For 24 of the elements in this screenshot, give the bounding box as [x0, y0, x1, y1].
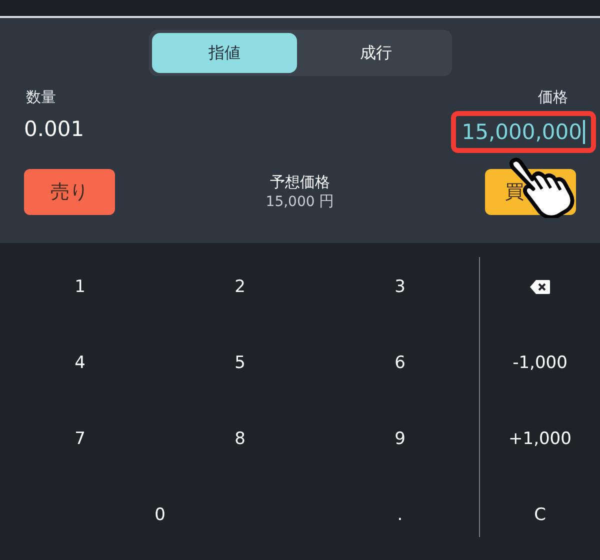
price-field[interactable]: 15,000,000 [450, 111, 596, 153]
estimate-label: 予想価格 [270, 173, 330, 192]
quantity-label: 数量 [26, 88, 57, 107]
keypad-key[interactable]: C [480, 477, 600, 553]
keypad-key[interactable]: +1,000 [480, 401, 600, 477]
order-type-tab[interactable]: 指値 [152, 33, 297, 73]
keypad-key[interactable]: 1 [0, 249, 160, 325]
keypad-key[interactable]: 8 [160, 401, 320, 477]
keypad-key[interactable]: 4 [0, 325, 160, 401]
keypad-key[interactable]: 5 [160, 325, 320, 401]
backspace-icon [529, 279, 551, 295]
price-label: 価格 [538, 88, 568, 107]
keypad-key[interactable]: -1,000 [480, 325, 600, 401]
order-type-tab[interactable]: 成行 [303, 33, 448, 73]
sell-button[interactable]: 売り [24, 169, 115, 215]
estimate-amount: 15,000 円 [266, 192, 334, 211]
keypad-key[interactable]: 9 [320, 401, 480, 477]
keypad-key[interactable]: 6 [320, 325, 480, 401]
quantity-field[interactable]: 0.001 [24, 111, 84, 141]
keypad-key[interactable]: . [320, 477, 480, 553]
keypad-key[interactable]: 2 [160, 249, 320, 325]
keypad-key[interactable]: 0 [0, 477, 320, 553]
keypad-key[interactable]: 7 [0, 401, 160, 477]
keypad-key[interactable]: 3 [320, 249, 480, 325]
